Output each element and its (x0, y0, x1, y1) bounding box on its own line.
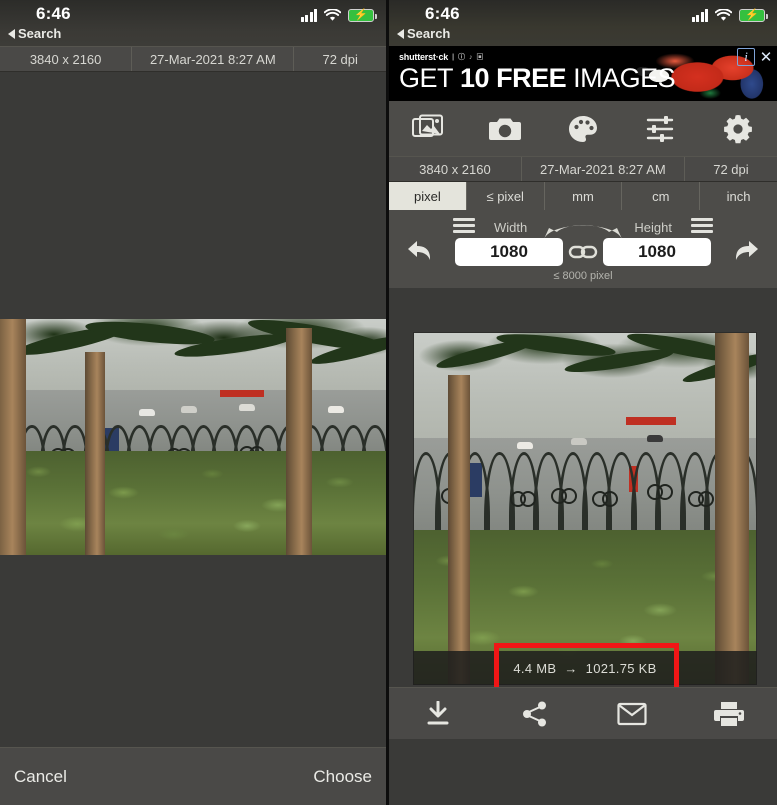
back-caret-icon (397, 28, 404, 39)
cancel-button[interactable]: Cancel (14, 767, 67, 787)
tab-mm[interactable]: mm (544, 182, 623, 210)
choose-button[interactable]: Choose (313, 767, 372, 787)
undo-icon[interactable] (403, 236, 437, 266)
height-menu-icon[interactable] (691, 218, 713, 233)
width-menu-icon[interactable] (453, 218, 475, 233)
file-size-summary: 4.4 MB → 1021.75 KB (413, 651, 757, 685)
left-status-bar: 6:46 Search ⚡ (0, 0, 386, 46)
ad-headline-part-4: IMAGES (573, 63, 676, 93)
width-label: Width (494, 220, 528, 235)
sliders-icon[interactable] (633, 108, 689, 150)
unit-tab-bar: pixel ≤ pixel mm cm inch (389, 182, 777, 210)
back-to-search-link[interactable]: Search (8, 26, 61, 41)
right-status-bar: 6:46 Search ⚡ (389, 0, 777, 46)
signal-bars-icon (300, 9, 317, 22)
battery-charging-icon: ⚡ (739, 9, 768, 22)
print-icon[interactable] (702, 696, 756, 732)
back-label: Search (18, 26, 62, 41)
photo-preview-wide[interactable] (0, 319, 386, 555)
tab-cm[interactable]: cm (622, 182, 701, 210)
ad-brand-suffix-icons: | ⓘ ♪ ▣ (452, 54, 485, 61)
ad-headline-part-2: 10 (460, 63, 490, 93)
max-size-hint: ≤ 8000 pixel (553, 270, 613, 282)
file-size-before: 4.4 MB (513, 660, 557, 676)
file-size-after: 1021.75 KB (585, 660, 657, 676)
battery-charging-icon: ⚡ (348, 9, 377, 22)
file-size-arrow-icon: → (564, 660, 578, 676)
ad-brand-name: shutterst·ck (399, 52, 449, 62)
redo-icon[interactable] (729, 236, 763, 266)
wifi-icon (324, 9, 341, 21)
status-clock: 6:46 (36, 4, 71, 23)
height-label: Height (634, 220, 672, 235)
shutterstock-logo: shutterst·ck | ⓘ ♪ ▣ (399, 52, 484, 62)
back-caret-icon (8, 28, 15, 39)
metadata-dimensions: 3840 x 2160 (419, 161, 491, 177)
ad-headline-part-3: FREE (496, 63, 567, 93)
status-icons: ⚡ (691, 9, 768, 22)
email-icon[interactable] (605, 696, 659, 732)
dual-screenshot-composite: 6:46 Search ⚡ 3840 x 2160 27-Mar-2021 8:… (0, 0, 777, 805)
ad-headline: GET 10 FREE IMAGES (399, 63, 676, 94)
status-clock: 6:46 (425, 4, 460, 23)
right-action-bar (389, 687, 777, 739)
photo-library-icon[interactable] (400, 108, 456, 150)
tab-max-pixel[interactable]: ≤ pixel (466, 182, 545, 210)
metadata-dpi: 72 dpi (683, 157, 777, 181)
left-screen: 6:46 Search ⚡ 3840 x 2160 27-Mar-2021 8:… (0, 0, 386, 805)
ad-headline-part-1: GET (399, 63, 454, 93)
link-chain-icon[interactable] (568, 242, 598, 267)
share-icon[interactable] (508, 696, 562, 732)
size-controls: Width Height 1080 1080 ≤ 8000 pixel (389, 210, 777, 288)
ad-controls: i ✕ (737, 48, 775, 66)
metadata-dimensions: 3840 x 2160 (29, 51, 102, 67)
photo-preview-square[interactable] (413, 332, 757, 685)
metadata-dpi: 72 dpi (293, 47, 386, 71)
left-action-bar: Cancel Choose (0, 747, 386, 805)
wifi-icon (715, 9, 732, 21)
left-metadata-bar: 3840 x 2160 27-Mar-2021 8:27 AM 72 dpi (0, 46, 386, 72)
camera-icon[interactable] (477, 108, 533, 150)
advertisement-banner[interactable]: shutterst·ck | ⓘ ♪ ▣ GET 10 FREE IMAGES … (389, 46, 777, 101)
status-icons: ⚡ (300, 9, 377, 22)
tab-inch[interactable]: inch (700, 182, 777, 210)
palette-icon[interactable] (555, 108, 611, 150)
right-screen: 6:46 Search ⚡ shutterst·ck | ⓘ ♪ ▣ GET 1… (389, 0, 777, 805)
info-icon[interactable]: i (737, 48, 755, 66)
photo-ground (0, 451, 386, 555)
metadata-date: 27-Mar-2021 8:27 AM (520, 157, 684, 181)
tab-pixel[interactable]: pixel (389, 182, 467, 210)
signal-bars-icon (691, 9, 708, 22)
editor-toolbar (389, 101, 777, 156)
back-label: Search (407, 26, 451, 41)
preview-area: 4.4 MB → 1021.75 KB (389, 288, 777, 739)
metadata-date: 27-Mar-2021 8:27 AM (131, 47, 293, 71)
gear-icon[interactable] (710, 108, 766, 150)
back-to-search-link[interactable]: Search (397, 26, 450, 41)
left-content-area: Cancel Choose (0, 72, 386, 805)
download-icon[interactable] (411, 696, 465, 732)
close-icon[interactable]: ✕ (757, 48, 775, 66)
right-metadata-bar: 3840 x 2160 27-Mar-2021 8:27 AM 72 dpi (389, 156, 777, 182)
